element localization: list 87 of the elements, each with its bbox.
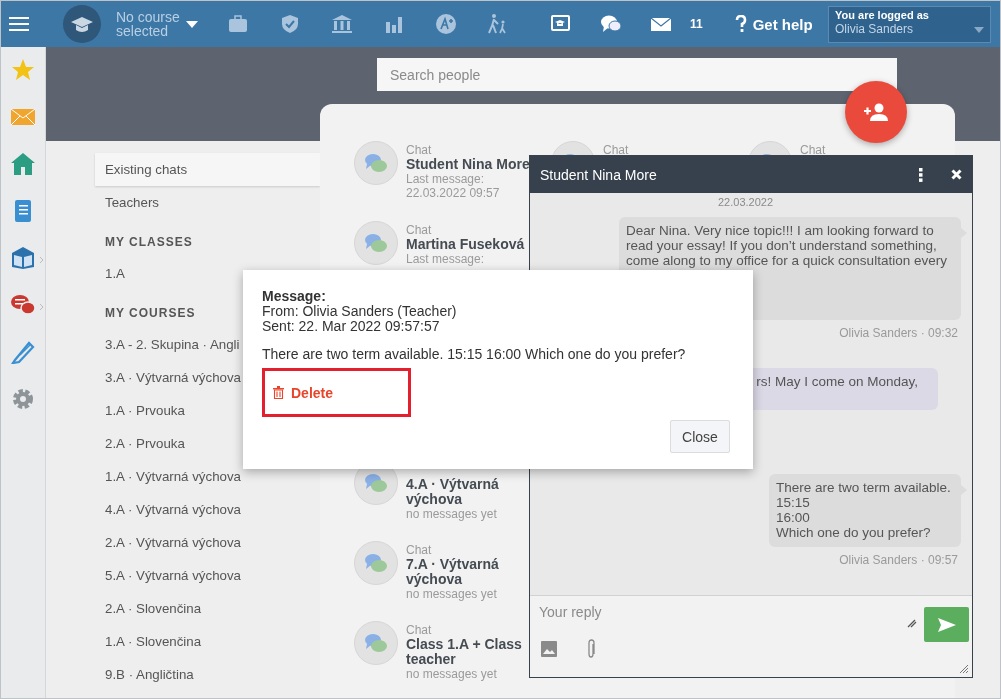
- dialog-heading: Message:: [262, 289, 327, 304]
- menu-icon[interactable]: [9, 16, 29, 32]
- sidebar-item[interactable]: 2.A · Slovenčina: [95, 592, 202, 625]
- close-icon: [951, 169, 962, 180]
- chat-title[interactable]: Student Nina More: [406, 157, 530, 172]
- close-button[interactable]: Close: [670, 420, 730, 453]
- book-icon[interactable]: [11, 246, 35, 270]
- star-icon[interactable]: [11, 58, 35, 82]
- sidebar-item[interactable]: 9.B · Angličtina: [95, 658, 194, 691]
- section-heading: MY CLASSES: [105, 234, 193, 251]
- sidebar-item[interactable]: 5.A · Výtvarná výchova: [95, 559, 241, 592]
- chat-type: Chat: [800, 143, 826, 157]
- bank-icon[interactable]: [331, 13, 353, 35]
- add-person-icon: [863, 103, 889, 121]
- pen-icon: [907, 618, 917, 628]
- chat-status: Last message:: [406, 252, 485, 266]
- pencil-icon[interactable]: [11, 340, 35, 364]
- chat-avatar[interactable]: [354, 621, 398, 665]
- chat-avatar[interactable]: [354, 141, 398, 185]
- search-field[interactable]: Search people: [377, 58, 897, 91]
- close-button[interactable]: [951, 169, 962, 180]
- graduation-cap-icon[interactable]: [63, 5, 101, 43]
- chat-title[interactable]: Martina Fuseková: [406, 237, 525, 252]
- shield-check-icon[interactable]: [279, 13, 301, 35]
- chat-bubbles-icon[interactable]: [600, 13, 622, 35]
- briefcase-icon[interactable]: [227, 13, 249, 35]
- chat-type: Chat: [406, 623, 432, 637]
- walking-people-icon[interactable]: [487, 13, 509, 35]
- kebab-icon: [919, 167, 923, 182]
- sidebar-item[interactable]: 3.A - 2. Skupina · Angli: [95, 328, 240, 361]
- chat-bubbles-icon: [364, 472, 388, 494]
- chat-status: no messages yet: [406, 507, 497, 521]
- message-body: There are two term available. 15:15 16:00 Which one do you prefer?: [262, 347, 687, 362]
- chat-avatar[interactable]: [354, 541, 398, 585]
- chat-status: no messages yet: [406, 587, 497, 601]
- sidebar-item[interactable]: 4.A · Výtvarná výchova: [95, 493, 241, 526]
- chat-status: no messages yet: [406, 667, 497, 681]
- message-meta: Olivia Sanders · 09:57: [839, 553, 958, 567]
- caret-icon[interactable]: [186, 20, 198, 28]
- caret-icon: [974, 26, 984, 33]
- sidebar-item[interactable]: 3.A · Výtvarná výchova: [95, 361, 241, 394]
- send-button[interactable]: [924, 607, 969, 642]
- chevron-icon: [38, 256, 44, 264]
- resize-grip-icon: [960, 665, 968, 673]
- house-icon[interactable]: [11, 152, 35, 176]
- chat-type: Chat: [406, 223, 432, 237]
- image-icon: [541, 641, 557, 657]
- chat-bubbles-icon: [364, 232, 388, 254]
- send-icon: [937, 617, 956, 632]
- gear-icon[interactable]: [11, 387, 35, 411]
- help-button[interactable]: Get help: [734, 15, 813, 33]
- sidebar-item[interactable]: 2.A · Prvouka: [95, 427, 185, 460]
- chat-bubbles-icon: [364, 552, 388, 574]
- sidebar-item[interactable]: Existing chats: [95, 153, 320, 186]
- attach-button[interactable]: [586, 639, 596, 659]
- chat-avatar[interactable]: [354, 221, 398, 265]
- trash-icon: [273, 386, 284, 399]
- sidebar-item[interactable]: 2.A · Výtvarná výchova: [95, 526, 241, 559]
- sidebar-item[interactable]: 1.A · Prvouka: [95, 394, 185, 427]
- more-button[interactable]: [919, 167, 923, 182]
- paperclip-icon: [586, 639, 596, 659]
- section-heading: MY COURSES: [105, 305, 196, 322]
- chat-type: Chat: [406, 543, 432, 557]
- message-meta: Olivia Sanders · 09:32: [839, 326, 958, 340]
- chevron-icon: [38, 303, 44, 311]
- grade-circle-icon[interactable]: [435, 13, 457, 35]
- chat-type: Chat: [406, 143, 432, 157]
- question-icon: [734, 15, 747, 33]
- user-menu[interactable]: You are logged as Olivia Sanders: [828, 5, 991, 43]
- sent-line: Sent: 22. Mar 2022 09:57:57: [262, 319, 440, 334]
- chat-date: 22.03.2022 09:57: [406, 186, 500, 200]
- date-divider: 22.03.2022: [717, 196, 774, 208]
- image-button[interactable]: [541, 641, 557, 657]
- chat-type: Chat: [603, 143, 629, 157]
- reply-field[interactable]: Your reply: [539, 604, 889, 620]
- chat-bubbles-icon: [364, 152, 388, 174]
- unread-count: 11: [690, 17, 703, 31]
- sidebar-item[interactable]: 1.A: [95, 257, 125, 290]
- chat-bubbles-icon: [364, 632, 388, 654]
- sidebar-item[interactable]: 1.A · Slovenčina: [95, 625, 202, 658]
- sender-line: From: Olivia Sanders (Teacher): [262, 304, 458, 319]
- sidebar-item[interactable]: 1.A · Výtvarná výchova: [95, 460, 241, 493]
- chat-bubbles-icon[interactable]: [11, 293, 35, 317]
- delete-button[interactable]: Delete: [273, 384, 334, 401]
- chat-status: Last message:: [406, 172, 485, 186]
- chat-window-title: Student Nina More: [540, 166, 658, 183]
- sidebar-item[interactable]: Teachers: [95, 186, 159, 219]
